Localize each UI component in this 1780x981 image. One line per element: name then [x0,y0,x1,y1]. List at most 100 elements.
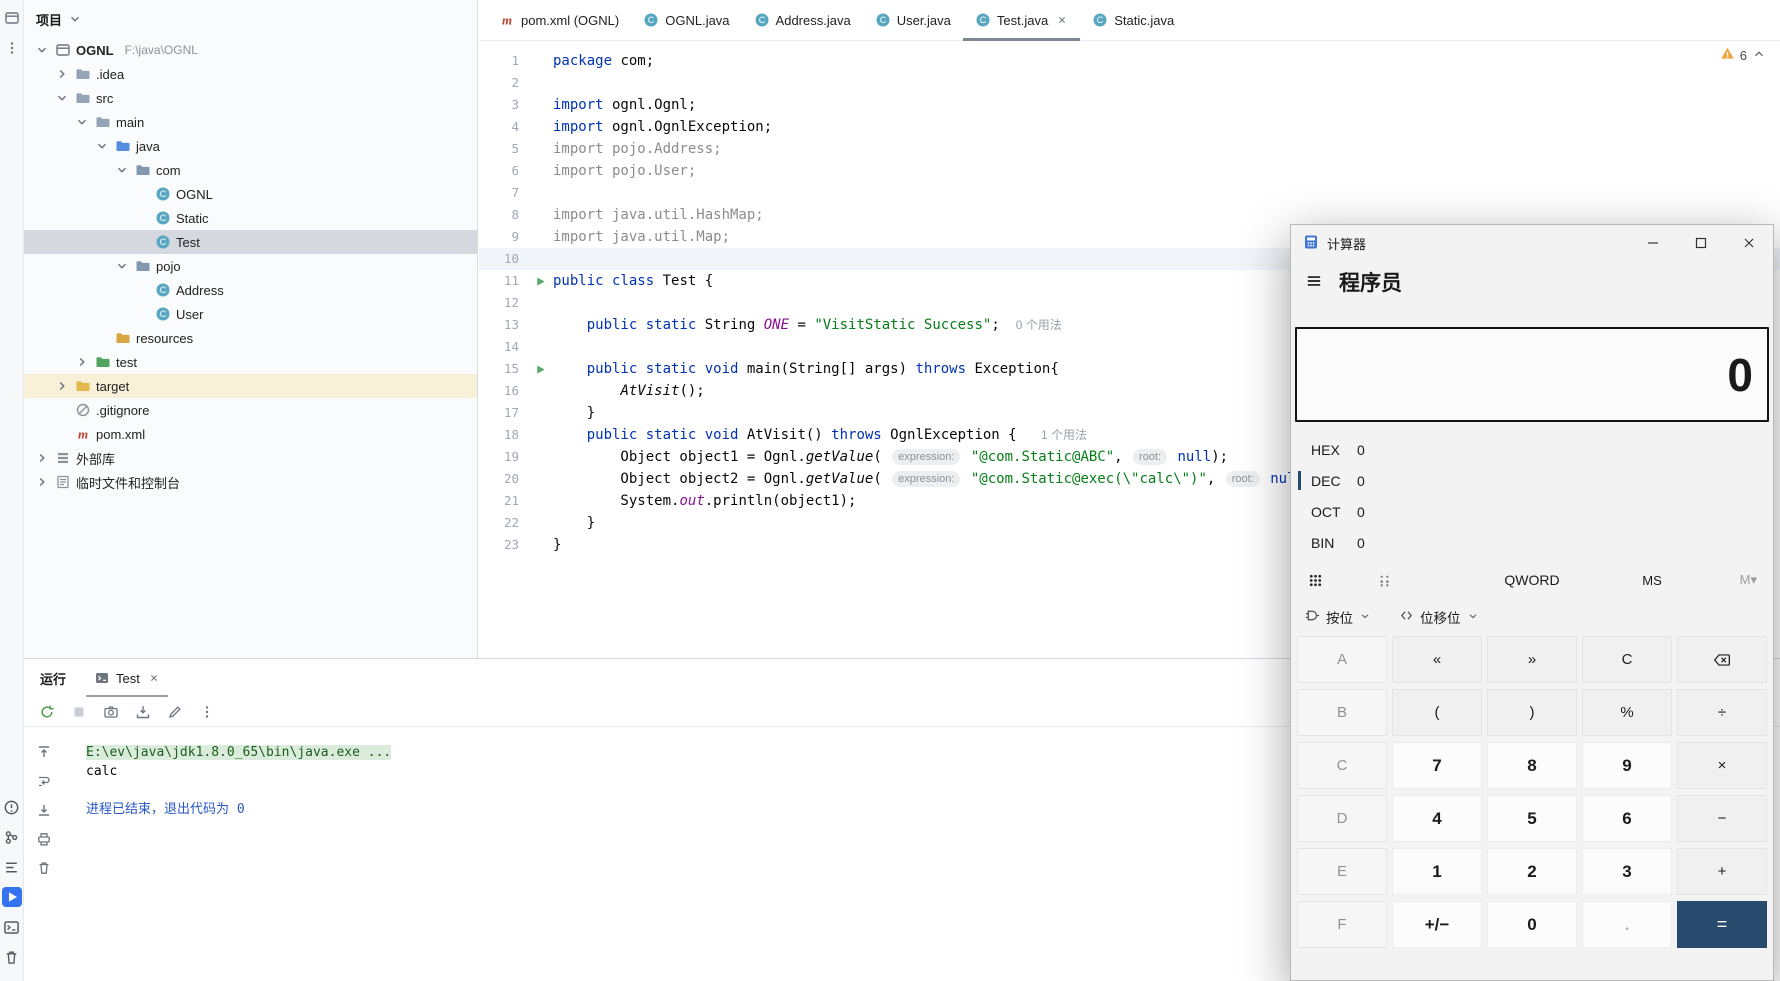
key-D[interactable]: D [1297,795,1387,842]
tree-item-.gitignore[interactable]: .gitignore [24,398,477,422]
minimize-button[interactable] [1629,225,1677,261]
dropdown-按位[interactable]: 按位 [1305,607,1371,627]
tree-item-pom.xml[interactable]: m pom.xml [24,422,477,446]
tab-OGNL.java[interactable]: C OGNL.java [631,0,741,40]
tab-pom.xml (OGNL)[interactable]: m pom.xml (OGNL) [487,0,631,40]
chevron-down-icon[interactable] [74,114,90,130]
key-%[interactable]: % [1582,689,1672,736]
tree-item-com[interactable]: com [24,158,477,182]
trash-icon[interactable] [2,947,22,967]
tab-Static.java[interactable]: C Static.java [1080,0,1186,40]
key-2[interactable]: 2 [1487,848,1577,895]
close-button[interactable] [1725,225,1773,261]
key-−[interactable]: − [1677,795,1767,842]
run-icon[interactable] [1,887,22,907]
key-×[interactable]: × [1677,742,1767,789]
tab-Address.java[interactable]: C Address.java [742,0,863,40]
run-gutter-icon[interactable] [527,275,553,288]
tab-Test.java[interactable]: C Test.java [962,0,1081,41]
key-([interactable]: ( [1392,689,1482,736]
key-1[interactable]: 1 [1392,848,1482,895]
softwrap-icon[interactable] [35,772,53,790]
tab-User.java[interactable]: C User.java [863,0,963,40]
run-tab-test[interactable]: Test [86,659,168,697]
chevron-down-icon[interactable] [34,42,50,58]
pencil-icon[interactable] [166,703,184,721]
print-icon[interactable] [35,830,53,848]
tree-item-pojo[interactable]: pojo [24,254,477,278]
tree-item-java[interactable]: java [24,134,477,158]
chevron-down-icon[interactable] [114,258,130,274]
vcs-icon[interactable] [2,827,22,847]
tree-item-src[interactable]: src [24,86,477,110]
key-9[interactable]: 9 [1582,742,1672,789]
radix-row-hex[interactable]: HEX 0 [1291,434,1773,465]
tree-item-User[interactable]: C User [24,302,477,326]
more-dots-icon[interactable] [2,38,22,58]
key-+/−[interactable]: +/− [1392,901,1482,948]
project-icon[interactable] [2,8,22,28]
tree-item-test[interactable]: test [24,350,477,374]
radix-row-dec[interactable]: DEC 0 [1291,465,1773,496]
key-6[interactable]: 6 [1582,795,1672,842]
tray-icon[interactable] [134,703,152,721]
chevron-down-icon[interactable] [114,162,130,178]
stop-icon[interactable] [70,703,88,721]
camera-icon[interactable] [102,703,120,721]
key-8[interactable]: 8 [1487,742,1577,789]
chevron-down-icon[interactable] [94,138,110,154]
key-C[interactable]: C [1297,742,1387,789]
key-«[interactable]: « [1392,636,1482,683]
tree-item-Test[interactable]: C Test [24,230,477,254]
bit-keypad-icon[interactable] [1377,573,1467,588]
key-C[interactable]: C [1582,636,1672,683]
key-3[interactable]: 3 [1582,848,1672,895]
key-=[interactable]: = [1677,901,1767,948]
tree-item-main[interactable]: main [24,110,477,134]
more-dots-icon[interactable] [198,703,216,721]
key-B[interactable]: B [1297,689,1387,736]
key-A[interactable]: A [1297,636,1387,683]
hamburger-menu-icon[interactable] [1305,272,1323,293]
close-icon[interactable] [148,672,160,684]
run-gutter-icon[interactable] [527,363,553,376]
word-size-button[interactable]: QWORD [1467,572,1597,588]
chevron-down-icon[interactable] [54,90,70,106]
terminal-icon[interactable] [2,917,22,937]
chevron-right-icon[interactable] [54,66,70,82]
key-0[interactable]: 0 [1487,901,1577,948]
tree-item-target[interactable]: target [24,374,477,398]
chevron-right-icon[interactable] [74,354,90,370]
key-÷[interactable]: ÷ [1677,689,1767,736]
full-keypad-icon[interactable] [1307,572,1377,589]
memory-store-button[interactable]: MS [1597,573,1707,588]
inspections-widget[interactable]: 6 [1720,46,1766,64]
key-.[interactable]: . [1582,901,1672,948]
close-tab-icon[interactable] [1056,14,1068,26]
key-backspace[interactable] [1677,636,1767,683]
maximize-button[interactable] [1677,225,1725,261]
key-+[interactable]: + [1677,848,1767,895]
chevron-right-icon[interactable] [34,450,50,466]
key-»[interactable]: » [1487,636,1577,683]
radix-row-oct[interactable]: OCT 0 [1291,496,1773,527]
key-5[interactable]: 5 [1487,795,1577,842]
scroll-top-icon[interactable] [35,743,53,761]
key-)[interactable]: ) [1487,689,1577,736]
clear-icon[interactable] [35,859,53,877]
structure-icon[interactable] [2,857,22,877]
problems-icon[interactable] [2,797,22,817]
tree-item-OGNL[interactable]: C OGNL [24,182,477,206]
tree-item-.idea[interactable]: .idea [24,62,477,86]
key-4[interactable]: 4 [1392,795,1482,842]
memory-flyout-button[interactable]: M▾ [1707,572,1757,588]
tree-item-Static[interactable]: C Static [24,206,477,230]
key-E[interactable]: E [1297,848,1387,895]
chevron-right-icon[interactable] [54,378,70,394]
scroll-end-icon[interactable] [35,801,53,819]
project-panel-header[interactable]: 项目 [24,0,477,38]
tree-item-OGNL[interactable]: OGNL F:\java\OGNL [24,38,477,62]
calculator-titlebar[interactable]: 计算器 [1291,225,1773,261]
key-7[interactable]: 7 [1392,742,1482,789]
tree-item-resources[interactable]: resources [24,326,477,350]
